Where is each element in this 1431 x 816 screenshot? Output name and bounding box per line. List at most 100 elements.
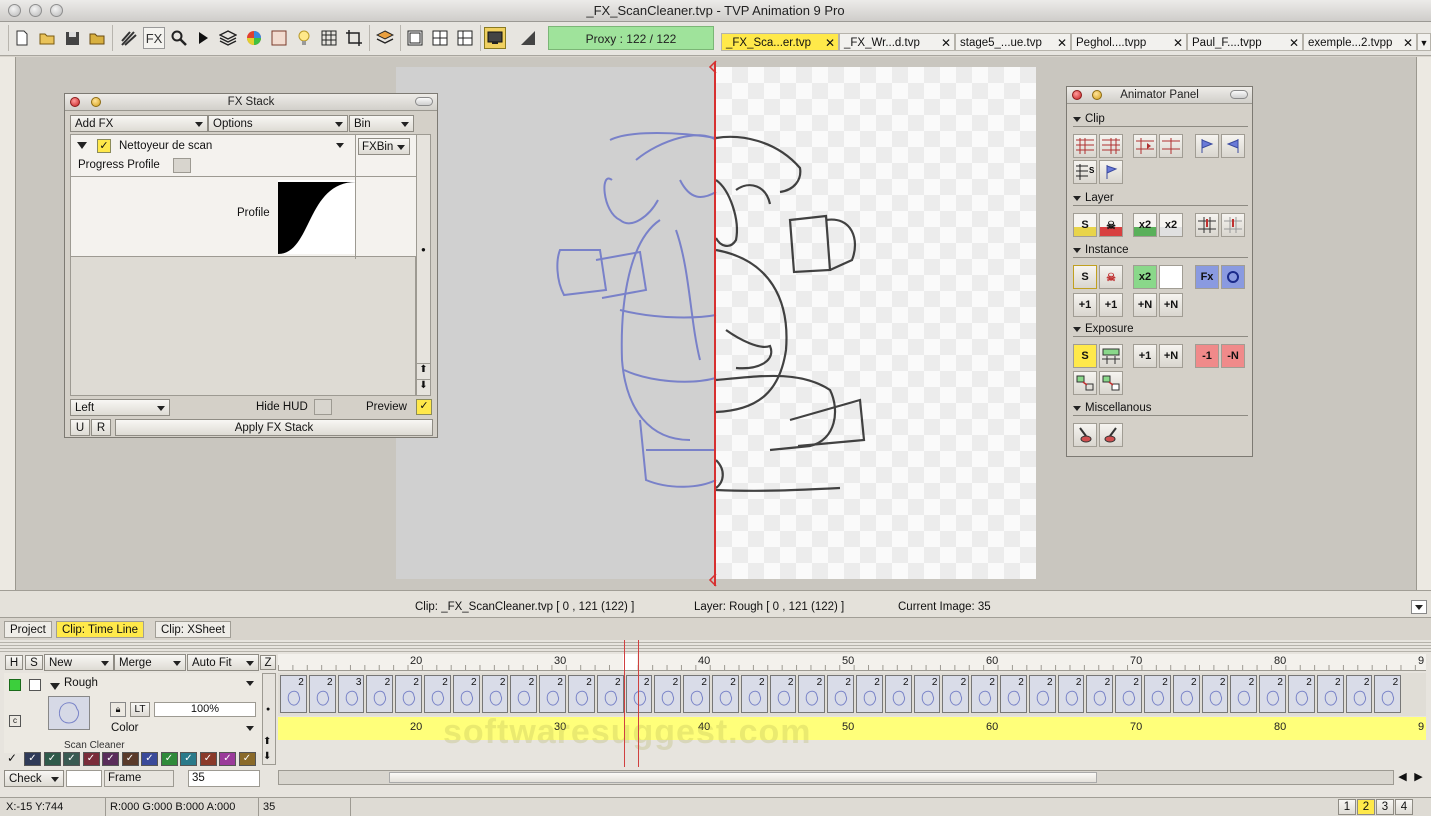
timeline-cell[interactable]: 2 xyxy=(654,675,682,713)
auto-fit-dropdown[interactable]: Auto Fit xyxy=(187,654,259,671)
hide-hud-checkbox[interactable] xyxy=(314,399,332,415)
page-2-button[interactable]: 2 xyxy=(1357,799,1375,815)
zoom-icon[interactable] xyxy=(168,27,190,49)
frame-range-start[interactable] xyxy=(624,640,625,767)
instance-prev-icon[interactable]: +1 xyxy=(1073,293,1097,317)
single-view-icon[interactable] xyxy=(404,27,426,49)
timeline-cell[interactable]: 2 xyxy=(510,675,538,713)
timeline-cell[interactable]: 2 xyxy=(1057,675,1085,713)
layer-remove-icon[interactable] xyxy=(1221,213,1245,237)
layer-visible-toggle[interactable] xyxy=(9,679,21,691)
status-menu-button[interactable] xyxy=(1411,600,1427,614)
timeline-cell[interactable]: 2 xyxy=(568,675,595,713)
split-divider[interactable] xyxy=(714,62,716,586)
exposure-add-n-icon[interactable]: +N xyxy=(1159,344,1183,368)
new-layer-dropdown[interactable]: New xyxy=(44,654,114,671)
clip-mark-in-icon[interactable] xyxy=(1195,134,1219,158)
layer-solo-icon[interactable]: S xyxy=(1073,213,1097,237)
timeline-cell[interactable]: 2 xyxy=(1201,675,1229,713)
close-tab-icon[interactable]: ✕ xyxy=(1173,34,1183,52)
minimize-panel-icon[interactable] xyxy=(91,97,101,107)
doc-tab-5[interactable]: Paul_F....tvpp ✕ xyxy=(1187,33,1303,51)
solo-all-button[interactable]: S xyxy=(25,655,43,670)
proxy-indicator[interactable]: Proxy : 122 / 122 xyxy=(548,26,714,50)
exposure-remove-n-icon[interactable]: -N xyxy=(1221,344,1245,368)
divider-bottom-handle-icon[interactable] xyxy=(708,573,722,587)
check-dropdown[interactable]: Check xyxy=(4,770,64,787)
timeline-cell[interactable]: 2 xyxy=(366,675,394,713)
hide-all-button[interactable]: H xyxy=(5,655,23,670)
check-color-box[interactable] xyxy=(66,770,102,787)
timeline-cell[interactable]: 2 xyxy=(1259,675,1286,713)
instance-prev-n-icon[interactable]: +N xyxy=(1133,293,1157,317)
grid-view-icon[interactable] xyxy=(429,27,451,49)
color-swatch[interactable]: ✓ xyxy=(63,752,80,766)
timeline-cell[interactable]: 2 xyxy=(712,675,739,713)
section-layer[interactable]: Layer xyxy=(1073,191,1248,206)
blend-mode-chevron-icon[interactable] xyxy=(246,726,254,731)
scroll-up-icon[interactable]: ⬆ xyxy=(263,736,271,747)
timeline-cell[interactable]: 2 xyxy=(280,675,307,713)
instance-loop-icon[interactable] xyxy=(1221,265,1245,289)
instance-blank-icon[interactable] xyxy=(1159,265,1183,289)
timeline-cell[interactable]: 2 xyxy=(596,675,624,713)
layer-expand-icon[interactable] xyxy=(50,683,60,690)
section-misc[interactable]: Miscellanous xyxy=(1073,401,1248,416)
scroll-up-icon[interactable]: ⬆ xyxy=(417,363,430,378)
bin-dropdown[interactable]: Bin xyxy=(349,115,414,132)
clip-flag-icon[interactable] xyxy=(1099,160,1123,184)
clip-move-icon[interactable] xyxy=(1133,134,1157,158)
current-frame-marker[interactable] xyxy=(623,654,637,670)
layer-insert-icon[interactable] xyxy=(1195,213,1219,237)
split-view-icon[interactable] xyxy=(454,27,476,49)
animator-panel-titlebar[interactable]: Animator Panel xyxy=(1067,87,1252,104)
profile-curve-graph[interactable] xyxy=(278,180,356,254)
timeline-cell[interactable]: 2 xyxy=(856,675,883,713)
clip-insert-before-icon[interactable] xyxy=(1073,134,1097,158)
clip-frames-band[interactable]: 20 30 40 50 60 70 80 9 softwaresuggest.c… xyxy=(278,713,1426,751)
minimize-panel-icon[interactable] xyxy=(1092,90,1102,100)
open-folder-icon[interactable] xyxy=(36,27,58,49)
close-tab-icon[interactable]: ✕ xyxy=(825,34,835,52)
timeline-cell[interactable]: 2 xyxy=(1345,675,1373,713)
misc-brush-icon[interactable] xyxy=(1073,423,1097,447)
u-button[interactable]: U xyxy=(70,419,90,436)
zoom-timeline-button[interactable]: Z xyxy=(260,655,276,670)
layers-icon[interactable] xyxy=(217,27,239,49)
tab-project[interactable]: Project xyxy=(4,621,52,638)
tab-xsheet[interactable]: Clip: XSheet xyxy=(155,621,231,638)
timeline-cell[interactable]: 2 xyxy=(424,675,451,713)
color-swatch[interactable]: ✓ xyxy=(43,752,61,766)
timeline-cell[interactable]: 2 xyxy=(971,675,998,713)
collapse-panel-icon[interactable] xyxy=(1230,90,1248,99)
instance-solo-icon[interactable]: S xyxy=(1073,265,1097,289)
close-tab-icon[interactable]: ✕ xyxy=(1057,34,1067,52)
layer-solo-toggle[interactable] xyxy=(29,679,41,691)
color-swatch[interactable]: ✓ xyxy=(180,752,197,766)
layer-cells[interactable]: 2 2 3 2 2 2 2 2 2 2 2 2 2 2 2 2 2 2 2 2 2 2 2 2 2 2 2 2 2 2 2 2 2 2 2 2 2 2 2 xyxy=(278,673,1426,716)
close-panel-icon[interactable] xyxy=(1072,90,1082,100)
r-button[interactable]: R xyxy=(91,419,111,436)
play-icon[interactable] xyxy=(192,27,214,49)
section-instance[interactable]: Instance xyxy=(1073,243,1248,258)
gradient-icon[interactable] xyxy=(517,27,539,49)
timeline-cell[interactable]: 2 xyxy=(1086,675,1114,713)
frame-ruler[interactable]: 20 30 40 50 60 70 80 9 xyxy=(278,654,1426,671)
exposure-swap-icon[interactable] xyxy=(1099,371,1123,395)
project-folder-icon[interactable] xyxy=(86,27,108,49)
grid-icon[interactable] xyxy=(318,27,340,49)
preview-checkbox[interactable]: ✓ xyxy=(416,399,432,415)
close-panel-icon[interactable] xyxy=(70,97,80,107)
light-table-toggle[interactable]: LT xyxy=(130,702,150,717)
display-icon[interactable] xyxy=(484,27,506,49)
clip-split-icon[interactable] xyxy=(1159,134,1183,158)
frame-range-end[interactable] xyxy=(638,640,639,767)
timeline-cell[interactable]: 2 xyxy=(1316,675,1344,713)
color-swatch[interactable]: ✓ xyxy=(219,752,236,766)
close-tab-icon[interactable]: ✕ xyxy=(1403,34,1413,52)
frame-icon[interactable] xyxy=(268,27,290,49)
section-clip[interactable]: Clip xyxy=(1073,112,1248,127)
timeline-cell[interactable]: 2 xyxy=(769,675,797,713)
color-swatch[interactable]: ✓ xyxy=(121,752,139,766)
clip-storyboard-icon[interactable]: S xyxy=(1073,160,1097,184)
